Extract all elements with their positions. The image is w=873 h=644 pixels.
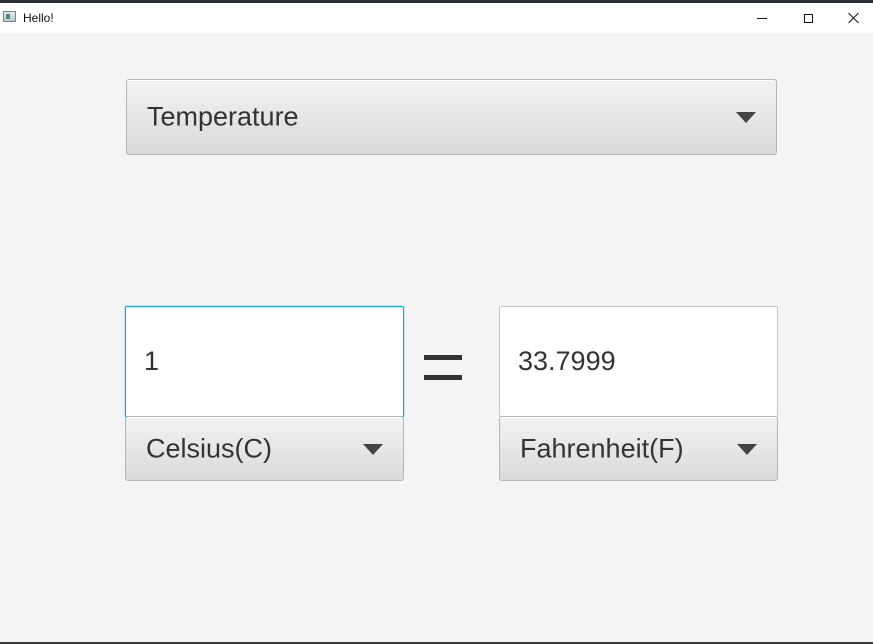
category-dropdown[interactable]: Temperature xyxy=(126,79,777,155)
equals-bottom-bar xyxy=(424,375,462,380)
minimize-icon xyxy=(757,17,767,19)
chevron-down-icon xyxy=(363,443,383,455)
maximize-icon xyxy=(803,13,813,23)
from-value-input[interactable] xyxy=(125,306,404,417)
window-title: Hello! xyxy=(23,11,54,25)
close-button[interactable] xyxy=(831,3,873,33)
chevron-down-icon xyxy=(736,112,756,123)
equals-icon xyxy=(424,355,464,381)
to-unit-dropdown[interactable]: Fahrenheit(F) xyxy=(499,416,778,481)
to-unit-dropdown-value: Fahrenheit(F) xyxy=(520,433,684,463)
close-icon xyxy=(848,12,860,24)
category-dropdown-value: Temperature xyxy=(147,101,299,132)
equals-top-bar xyxy=(424,355,462,360)
window-titlebar[interactable]: Hello! xyxy=(0,3,873,33)
app-window-icon xyxy=(3,11,16,22)
maximize-button[interactable] xyxy=(785,3,831,33)
from-unit-dropdown[interactable]: Celsius(C) xyxy=(125,416,404,481)
minimize-button[interactable] xyxy=(739,3,785,33)
to-value-field[interactable] xyxy=(499,306,778,417)
from-unit-dropdown-value: Celsius(C) xyxy=(146,433,273,463)
chevron-down-icon xyxy=(737,443,757,455)
